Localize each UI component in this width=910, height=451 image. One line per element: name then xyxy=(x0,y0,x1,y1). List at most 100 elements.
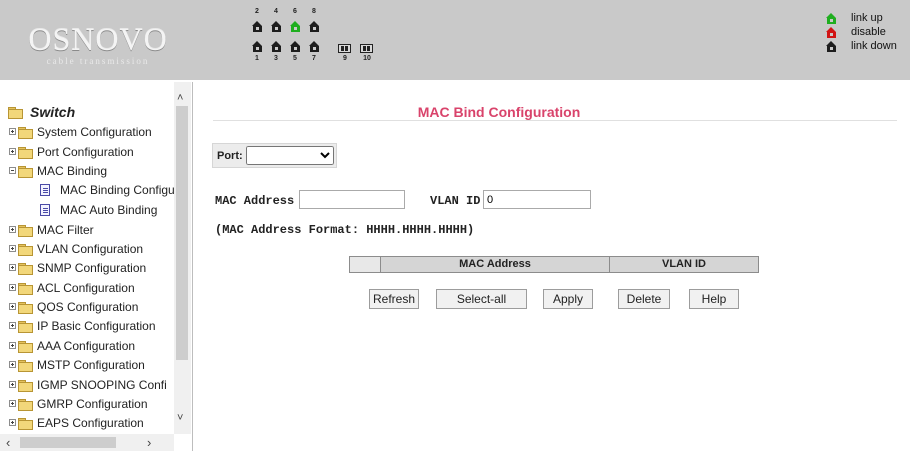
folder-icon xyxy=(18,127,33,139)
expand-plus-icon[interactable] xyxy=(9,148,16,155)
mac-address-column-header: MAC Address xyxy=(381,257,610,272)
vlan-id-column-header: VLAN ID xyxy=(662,258,706,270)
expand-plus-icon[interactable] xyxy=(9,226,16,233)
expand-plus-icon[interactable] xyxy=(9,419,16,426)
port-number-2: 2 xyxy=(255,8,259,15)
legend-link-up-label: link up xyxy=(851,12,883,24)
folder-icon xyxy=(18,360,33,372)
port-number-1: 1 xyxy=(255,55,259,62)
expand-plus-icon[interactable] xyxy=(9,245,16,252)
sidebar-item-label: GMRP Configuration xyxy=(37,397,148,411)
refresh-button[interactable]: Refresh xyxy=(369,289,419,309)
folder-icon xyxy=(18,147,33,159)
sidebar-item-label: System Configuration xyxy=(37,125,152,139)
tree-root-label: Switch xyxy=(30,104,76,120)
expand-plus-icon[interactable] xyxy=(9,361,16,368)
port-6-link-up-icon[interactable] xyxy=(290,21,301,32)
port-1-link-down-icon[interactable] xyxy=(252,41,263,52)
sidebar-item-label: MAC Binding Configur xyxy=(60,183,179,197)
expand-plus-icon[interactable] xyxy=(9,342,16,349)
port-label: Port: xyxy=(217,150,243,162)
page-icon xyxy=(40,184,50,196)
vertical-scroll-thumb[interactable] xyxy=(176,106,188,360)
sidebar-item-label: VLAN Configuration xyxy=(37,242,144,256)
port-status-panel: 2 4 6 8 1 3 5 7 9 10 xyxy=(252,8,412,74)
vlan-id-label: VLAN ID xyxy=(430,194,481,208)
folder-icon xyxy=(18,341,33,353)
sidebar-item-label: IP Basic Configuration xyxy=(37,319,156,333)
page-icon xyxy=(40,204,50,216)
expand-plus-icon[interactable] xyxy=(9,284,16,291)
sidebar-item-label: SNMP Configuration xyxy=(37,261,147,275)
header-bar: OSNOVO cable transmission 2 4 6 8 1 3 5 … xyxy=(0,0,910,80)
sidebar-item-label: MAC Binding xyxy=(37,164,108,178)
expand-plus-icon[interactable] xyxy=(9,264,16,271)
folder-icon xyxy=(18,283,33,295)
port-number-8: 8 xyxy=(312,8,316,15)
port-7-link-down-icon[interactable] xyxy=(309,41,320,52)
port-number-6: 6 xyxy=(293,8,297,15)
scroll-right-arrow-icon[interactable]: › xyxy=(147,435,151,450)
port-8-link-down-icon[interactable] xyxy=(309,21,320,32)
folder-icon xyxy=(18,380,33,392)
expand-plus-icon[interactable] xyxy=(9,322,16,329)
sidebar-item-label: MAC Filter xyxy=(37,223,94,237)
port-2-link-down-icon[interactable] xyxy=(252,21,263,32)
logo-main-text: OSNOVO xyxy=(28,21,168,57)
link-down-icon xyxy=(826,41,837,52)
legend-link-down-label: link down xyxy=(851,40,897,52)
port-select[interactable] xyxy=(246,146,334,165)
port-5-link-down-icon[interactable] xyxy=(290,41,301,52)
vlan-id-input[interactable] xyxy=(483,190,591,209)
port-4-link-down-icon[interactable] xyxy=(271,21,282,32)
folder-icon xyxy=(18,321,33,333)
expand-plus-icon[interactable] xyxy=(9,128,16,135)
title-divider xyxy=(213,120,897,121)
folder-icon xyxy=(18,302,33,314)
help-button[interactable]: Help xyxy=(689,289,739,309)
port-number-5: 5 xyxy=(293,55,297,62)
osnovo-logo: OSNOVO cable transmission xyxy=(28,21,168,66)
legend-disable: disable xyxy=(826,26,910,40)
sidebar-item-label: Port Configuration xyxy=(37,145,134,159)
disable-icon xyxy=(826,27,837,38)
sidebar-item-label: QOS Configuration xyxy=(37,300,139,314)
link-up-icon xyxy=(826,13,837,24)
port-3-link-down-icon[interactable] xyxy=(271,41,282,52)
legend-link-down: link down xyxy=(826,40,910,54)
expand-plus-icon[interactable] xyxy=(9,381,16,388)
sidebar-item-label: IGMP SNOOPING Confi xyxy=(37,378,167,392)
horizontal-scroll-thumb[interactable] xyxy=(20,437,116,448)
sidebar-item-label: AAA Configuration xyxy=(37,339,136,353)
port-10-fiber-icon[interactable] xyxy=(360,44,373,53)
sidebar-horizontal-scrollbar[interactable]: ‹ › xyxy=(0,434,174,451)
collapse-minus-icon[interactable] xyxy=(9,167,16,174)
folder-icon xyxy=(18,244,33,256)
mac-address-input[interactable] xyxy=(299,190,405,209)
select-all-button[interactable]: Select-all xyxy=(436,289,527,309)
logo-subtitle: cable transmission xyxy=(46,56,150,66)
apply-button[interactable]: Apply xyxy=(543,289,593,309)
mac-binding-table-header: MAC Address VLAN ID xyxy=(349,256,759,273)
port-selector-panel: Port: xyxy=(212,143,337,168)
mac-format-note: (MAC Address Format: HHHH.HHHH.HHHH) xyxy=(215,223,475,237)
port-number-3: 3 xyxy=(274,55,278,62)
sidebar-item-label: ACL Configuration xyxy=(37,281,135,295)
port-number-4: 4 xyxy=(274,8,278,15)
port-number-7: 7 xyxy=(312,55,316,62)
sidebar-item-label: MAC Auto Binding xyxy=(60,203,158,217)
sidebar-item-label: MSTP Configuration xyxy=(37,358,145,372)
expand-plus-icon[interactable] xyxy=(9,400,16,407)
delete-button[interactable]: Delete xyxy=(618,289,670,309)
scroll-up-arrow-icon[interactable]: ˄ xyxy=(177,92,183,104)
folder-open-icon xyxy=(18,166,33,178)
scroll-left-arrow-icon[interactable]: ‹ xyxy=(6,435,10,450)
port-number-9: 9 xyxy=(343,55,347,62)
port-number-10: 10 xyxy=(363,55,371,62)
scroll-down-arrow-icon[interactable]: ˅ xyxy=(177,412,183,424)
sidebar-vertical-scrollbar[interactable]: ˄ ˅ xyxy=(174,82,191,434)
select-column-header xyxy=(350,257,381,272)
legend-disable-label: disable xyxy=(851,26,886,38)
expand-plus-icon[interactable] xyxy=(9,303,16,310)
port-9-fiber-icon[interactable] xyxy=(338,44,351,53)
